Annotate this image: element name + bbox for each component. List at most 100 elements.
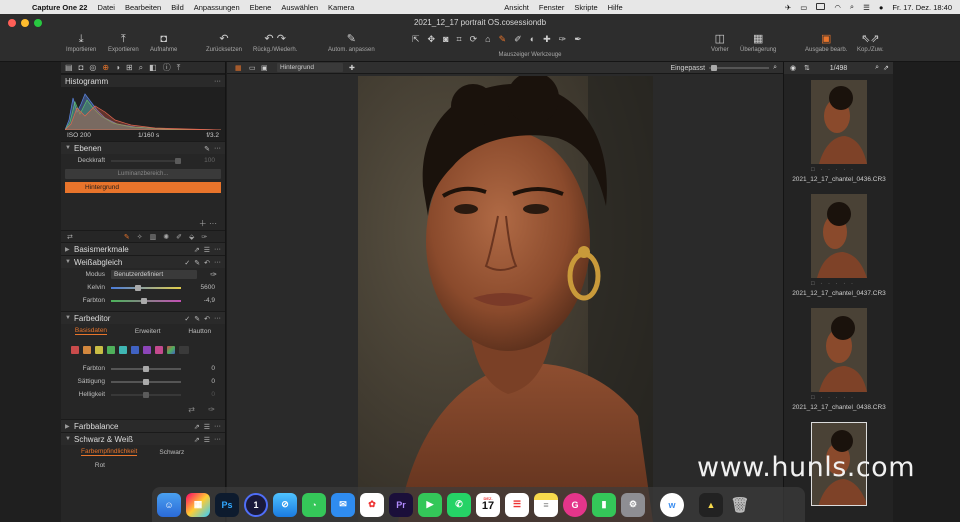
copy-apply-button[interactable]: ⇖⇗ Kop./Zuw. bbox=[857, 32, 884, 53]
output-button[interactable]: ▣ Ausgabe bearb. bbox=[805, 32, 847, 53]
more-icon[interactable]: ··· bbox=[214, 259, 221, 266]
swatch-cyan[interactable] bbox=[119, 346, 127, 354]
search-icon[interactable]: ⌕ bbox=[850, 2, 854, 12]
crop-tool-icon[interactable]: ⌗ bbox=[457, 34, 462, 45]
auto-adjust-button[interactable]: ✎ Autom. anpassen bbox=[328, 32, 375, 53]
control-center-icon[interactable]: ☰ bbox=[863, 3, 870, 12]
lightness-slider[interactable] bbox=[111, 391, 181, 398]
compare-view-icon[interactable]: ▣ bbox=[261, 64, 268, 72]
tab-color-sensitivity[interactable]: Farbempfindlichkeit bbox=[81, 448, 138, 456]
tint-slider[interactable] bbox=[111, 297, 181, 304]
menu-ansicht[interactable]: Ansicht bbox=[504, 3, 529, 12]
swatch-purple[interactable] bbox=[143, 346, 151, 354]
numbers-icon[interactable]: ▮ bbox=[592, 492, 616, 517]
menu-datei[interactable]: Datei bbox=[97, 3, 115, 12]
system-preferences-icon[interactable]: ⚙ bbox=[621, 492, 645, 517]
zoom-slider[interactable] bbox=[709, 65, 770, 71]
status-battery-icon[interactable] bbox=[816, 2, 826, 12]
launchpad-icon[interactable]: ▦ bbox=[186, 492, 210, 517]
picker-tool-icon[interactable]: ✑ bbox=[559, 34, 567, 45]
hue-value[interactable]: 0 bbox=[193, 365, 215, 372]
more-icon[interactable]: ··· bbox=[214, 246, 221, 253]
heal-tool-icon[interactable]: ✚ bbox=[543, 34, 551, 45]
webflow-icon[interactable]: w bbox=[660, 492, 684, 517]
messages-icon[interactable]: ◔ bbox=[302, 492, 326, 517]
swap-icon[interactable]: ⇄ bbox=[188, 405, 195, 414]
eyedropper-icon[interactable]: ✑ bbox=[210, 270, 217, 279]
annotate-tool-icon[interactable]: ✒ bbox=[574, 34, 582, 45]
tint-value[interactable]: -4,9 bbox=[193, 297, 215, 304]
eye-icon[interactable]: ◉ bbox=[790, 64, 796, 72]
more-icon[interactable]: ··· bbox=[214, 436, 221, 443]
capture-tab-icon[interactable]: ◘ bbox=[79, 63, 84, 72]
photos-icon[interactable]: ✿ bbox=[360, 492, 384, 517]
list-icon[interactable]: ☰ bbox=[204, 423, 210, 431]
pin-icon[interactable]: ✎ bbox=[204, 145, 210, 153]
exposure-tab-icon[interactable]: ⊕ bbox=[102, 63, 109, 72]
gradient-tool-icon[interactable]: ◐ bbox=[530, 34, 535, 45]
swatch-magenta[interactable] bbox=[155, 346, 163, 354]
lightness-value[interactable]: 0 bbox=[193, 391, 215, 398]
add-layer-icon[interactable]: ＋ ··· bbox=[199, 218, 217, 229]
adjust-tab-icon[interactable]: ◧ bbox=[149, 63, 157, 72]
1password-icon[interactable]: 1 bbox=[244, 492, 268, 517]
checkbox-icon[interactable]: ✓ bbox=[184, 259, 190, 267]
capture-button[interactable]: ◘ Aufnahme bbox=[150, 32, 177, 53]
metadata-tab-icon[interactable]: ⓘ bbox=[163, 62, 171, 73]
more-icon[interactable]: ··· bbox=[214, 423, 221, 430]
menubar-clock[interactable]: Fr. 17. Dez. 18:40 bbox=[892, 3, 952, 12]
trash-icon[interactable]: 🗑 bbox=[728, 493, 752, 517]
select-tool-icon[interactable]: ⇱ bbox=[412, 34, 420, 45]
mail-icon[interactable]: ✉ bbox=[331, 492, 355, 517]
search-tab-icon[interactable]: ⌕ bbox=[139, 63, 143, 73]
tab-basic[interactable]: Basisdaten bbox=[74, 327, 108, 335]
output-tab-icon[interactable]: ⤒ bbox=[177, 63, 181, 73]
kelvin-slider[interactable] bbox=[111, 284, 181, 291]
reset-icon[interactable]: ↶ bbox=[204, 315, 210, 323]
thumbnail-rating[interactable]: □ · · · · · bbox=[811, 167, 855, 173]
reset-button[interactable]: ↶ Zurücksetzen bbox=[206, 32, 242, 53]
layer-select[interactable]: Hintergrund bbox=[277, 63, 343, 72]
swatch-yellow[interactable] bbox=[95, 346, 103, 354]
menu-auswaehlen[interactable]: Auswählen bbox=[281, 3, 318, 12]
hue-slider[interactable] bbox=[111, 365, 181, 372]
undo-redo-button[interactable]: ↶ ↷ Rückg./Wiederh. bbox=[253, 32, 297, 53]
color-editor-header[interactable]: ▼ Farbeditor ✓ ✎ ↶ ··· bbox=[61, 311, 225, 324]
swatch-blue[interactable] bbox=[131, 346, 139, 354]
basic-characteristics-header[interactable]: ▶ Basismerkmale ⇗ ☰ ··· bbox=[61, 242, 225, 255]
reset-icon[interactable]: ↶ bbox=[204, 259, 210, 267]
tab-advanced[interactable]: Erweitert bbox=[135, 328, 161, 335]
reminders-icon[interactable]: ☰ bbox=[505, 492, 529, 517]
magic-brush-icon[interactable]: ✑ bbox=[201, 233, 207, 241]
picker-icon[interactable]: ✑ bbox=[208, 405, 215, 414]
photoshop-icon[interactable]: Ps bbox=[215, 492, 239, 517]
color-balance-header[interactable]: ▶ Farbbalance ⇗ ☰ ··· bbox=[61, 419, 225, 432]
single-view-icon[interactable]: ▭ bbox=[249, 64, 256, 72]
checkbox-icon[interactable]: ✓ bbox=[184, 315, 190, 323]
brush-icon[interactable]: ✎ bbox=[124, 233, 130, 241]
safari-icon[interactable]: ⊘ bbox=[273, 492, 297, 517]
gradient-icon[interactable]: ✧ bbox=[137, 233, 143, 241]
brush-tool-icon[interactable]: ✎ bbox=[499, 34, 507, 45]
details-tab-icon[interactable]: ⊞ bbox=[126, 63, 133, 72]
premiere-icon[interactable]: Pr bbox=[389, 492, 413, 517]
swatch-all[interactable] bbox=[167, 346, 175, 354]
thumbnail-rating[interactable]: □ · · · · · bbox=[811, 281, 855, 287]
layer-item-hintergrund[interactable]: Hintergrund bbox=[65, 182, 221, 193]
menu-bild[interactable]: Bild bbox=[171, 3, 184, 12]
thumbnail[interactable] bbox=[811, 80, 867, 164]
facetime-icon[interactable]: ▶ bbox=[418, 492, 442, 517]
menu-skripte[interactable]: Skripte bbox=[574, 3, 597, 12]
tab-skin-tone[interactable]: Hautton bbox=[188, 328, 211, 335]
grid-view-icon[interactable]: ▦ bbox=[235, 64, 242, 72]
menu-hilfe[interactable]: Hilfe bbox=[608, 3, 623, 12]
menu-kamera[interactable]: Kamera bbox=[328, 3, 354, 12]
swap-icon[interactable]: ⇄ bbox=[67, 233, 73, 241]
portrait-image[interactable] bbox=[358, 76, 653, 522]
more-icon[interactable]: ··· bbox=[214, 145, 221, 152]
menu-ebene[interactable]: Ebene bbox=[250, 3, 272, 12]
list-icon[interactable]: ☰ bbox=[204, 246, 210, 254]
thumbnail[interactable] bbox=[811, 308, 867, 392]
filter-icon[interactable]: ⇗ bbox=[883, 64, 889, 72]
overlay-button[interactable]: ▦ Überlagerung bbox=[740, 32, 776, 53]
